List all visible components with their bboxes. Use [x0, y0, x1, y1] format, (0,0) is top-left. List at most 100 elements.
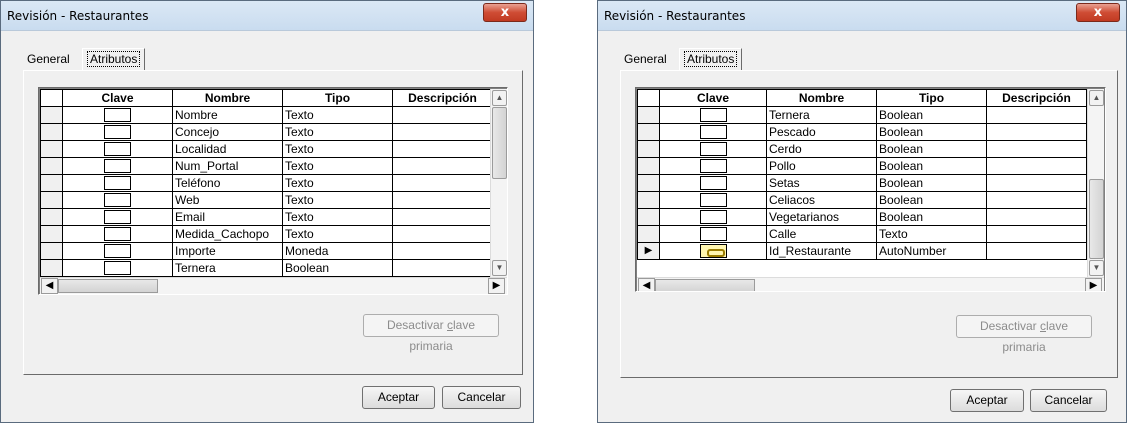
- nombre-cell[interactable]: Nombre: [172, 106, 283, 124]
- tipo-cell[interactable]: Texto: [282, 208, 393, 226]
- tipo-cell[interactable]: Texto: [282, 123, 393, 141]
- table-row[interactable]: Teléfono Texto: [40, 174, 493, 192]
- tipo-cell[interactable]: Texto: [282, 157, 393, 175]
- nombre-cell[interactable]: Pescado: [766, 123, 877, 141]
- disable-primary-key-button[interactable]: Desactivar clave primaria: [956, 315, 1092, 354]
- key-cell[interactable]: [62, 259, 173, 277]
- scroll-down-arrow-icon[interactable]: ▼: [492, 260, 507, 276]
- scroll-thumb[interactable]: [492, 107, 507, 179]
- tipo-cell[interactable]: Texto: [282, 191, 393, 209]
- tipo-cell[interactable]: Boolean: [876, 140, 987, 158]
- horizontal-scrollbar[interactable]: ◀ ▶: [637, 277, 1104, 291]
- table-row[interactable]: Num_Portal Texto: [40, 157, 493, 175]
- title-bar[interactable]: Revisión - Restaurantes x: [598, 1, 1126, 31]
- column-header-clave[interactable]: Clave: [659, 89, 767, 107]
- scroll-left-arrow-icon[interactable]: ◀: [638, 278, 655, 291]
- row-selector[interactable]: [637, 191, 660, 209]
- tipo-cell[interactable]: Boolean: [876, 123, 987, 141]
- key-cell[interactable]: [659, 191, 767, 209]
- key-checkbox[interactable]: [104, 227, 131, 242]
- key-cell[interactable]: [659, 123, 767, 141]
- attributes-grid[interactable]: Clave Nombre Tipo Descripción Nombre Text…: [38, 87, 508, 295]
- nombre-cell[interactable]: Localidad: [172, 140, 283, 158]
- nombre-cell[interactable]: Vegetarianos: [766, 208, 877, 226]
- key-cell[interactable]: [659, 225, 767, 243]
- scroll-left-arrow-icon[interactable]: ◀: [41, 278, 58, 294]
- scroll-up-arrow-icon[interactable]: ▲: [1089, 90, 1104, 106]
- tab-atributos[interactable]: Atributos: [82, 48, 146, 70]
- table-row[interactable]: Pollo Boolean: [637, 157, 1087, 175]
- descripcion-cell[interactable]: [392, 225, 493, 243]
- key-cell[interactable]: [62, 157, 173, 175]
- key-cell[interactable]: [62, 140, 173, 158]
- key-checkbox[interactable]: [699, 142, 727, 157]
- column-header-descripcion[interactable]: Descripción: [986, 89, 1087, 107]
- descripcion-cell[interactable]: [392, 174, 493, 192]
- row-selector[interactable]: [637, 174, 660, 192]
- column-header-tipo[interactable]: Tipo: [282, 89, 393, 107]
- horizontal-scrollbar[interactable]: ◀ ▶: [40, 277, 507, 294]
- scroll-right-arrow-icon[interactable]: ▶: [1085, 278, 1102, 291]
- vertical-scrollbar[interactable]: ▲ ▼: [1087, 89, 1104, 277]
- cancel-button[interactable]: Cancelar: [442, 386, 521, 409]
- key-checkbox[interactable]: [104, 108, 131, 123]
- key-checkbox[interactable]: [104, 176, 131, 191]
- key-cell[interactable]: [62, 174, 173, 192]
- row-selector[interactable]: [637, 208, 660, 226]
- descripcion-cell[interactable]: [986, 191, 1087, 209]
- key-cell[interactable]: [659, 140, 767, 158]
- scroll-thumb[interactable]: [1089, 179, 1104, 259]
- disable-primary-key-button[interactable]: Desactivar clave primaria: [363, 314, 499, 353]
- row-selector[interactable]: [637, 140, 660, 158]
- table-row[interactable]: Email Texto: [40, 208, 493, 226]
- descripcion-cell[interactable]: [392, 106, 493, 124]
- key-checkbox[interactable]: [104, 142, 131, 157]
- descripcion-cell[interactable]: [986, 140, 1087, 158]
- table-row[interactable]: Nombre Texto: [40, 106, 493, 124]
- key-checkbox[interactable]: [104, 159, 131, 174]
- key-cell[interactable]: [62, 106, 173, 124]
- descripcion-cell[interactable]: [392, 140, 493, 158]
- descripcion-cell[interactable]: [986, 242, 1087, 260]
- column-header-nombre[interactable]: Nombre: [766, 89, 877, 107]
- key-checkbox[interactable]: [104, 244, 131, 259]
- nombre-cell[interactable]: Medida_Cachopo: [172, 225, 283, 243]
- tipo-cell[interactable]: Boolean: [876, 106, 987, 124]
- key-cell[interactable]: [62, 225, 173, 243]
- vertical-scrollbar[interactable]: ▲ ▼: [490, 89, 507, 277]
- row-selector[interactable]: [40, 123, 63, 141]
- tipo-cell[interactable]: Texto: [282, 106, 393, 124]
- primary-key-icon[interactable]: [699, 244, 727, 259]
- scroll-up-arrow-icon[interactable]: ▲: [492, 90, 507, 106]
- descripcion-cell[interactable]: [392, 191, 493, 209]
- nombre-cell[interactable]: Concejo: [172, 123, 283, 141]
- tipo-cell[interactable]: Boolean: [876, 191, 987, 209]
- key-checkbox[interactable]: [104, 261, 131, 276]
- table-row-current[interactable]: ▶ Id_Restaurante AutoNumber: [637, 242, 1087, 260]
- column-header-tipo[interactable]: Tipo: [876, 89, 987, 107]
- scroll-down-arrow-icon[interactable]: ▼: [1089, 260, 1104, 276]
- descripcion-cell[interactable]: [986, 123, 1087, 141]
- scroll-thumb[interactable]: [655, 279, 755, 291]
- row-selector[interactable]: ▶: [637, 242, 660, 260]
- table-row[interactable]: Importe Moneda: [40, 242, 493, 260]
- scroll-thumb[interactable]: [58, 279, 158, 293]
- column-header-nombre[interactable]: Nombre: [172, 89, 283, 107]
- row-selector[interactable]: [40, 225, 63, 243]
- descripcion-cell[interactable]: [986, 157, 1087, 175]
- tipo-cell[interactable]: Texto: [282, 140, 393, 158]
- nombre-cell[interactable]: Num_Portal: [172, 157, 283, 175]
- tipo-cell[interactable]: Boolean: [876, 157, 987, 175]
- nombre-cell[interactable]: Celiacos: [766, 191, 877, 209]
- tipo-cell[interactable]: Boolean: [876, 174, 987, 192]
- key-checkbox[interactable]: [104, 193, 131, 208]
- row-selector[interactable]: [637, 157, 660, 175]
- nombre-cell[interactable]: Ternera: [172, 259, 283, 277]
- descripcion-cell[interactable]: [392, 157, 493, 175]
- key-checkbox[interactable]: [699, 210, 727, 225]
- key-cell[interactable]: [659, 106, 767, 124]
- descripcion-cell[interactable]: [392, 123, 493, 141]
- key-checkbox[interactable]: [699, 227, 727, 242]
- table-row[interactable]: Concejo Texto: [40, 123, 493, 141]
- nombre-cell[interactable]: Id_Restaurante: [766, 242, 877, 260]
